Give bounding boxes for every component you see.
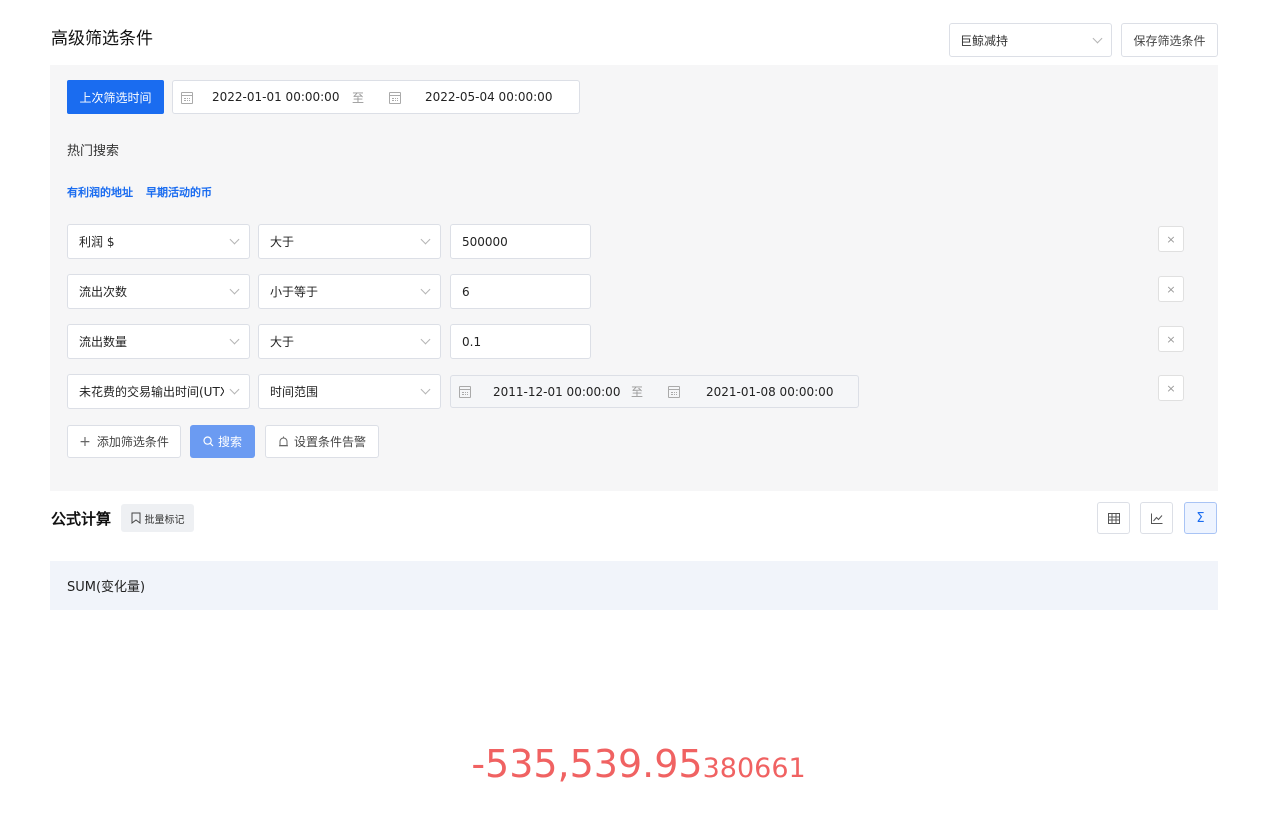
formula-view-button[interactable]: Σ bbox=[1184, 502, 1217, 534]
range-separator: 至 bbox=[352, 90, 365, 105]
condition-field-value: 未花费的交易输出时间(UTXO) bbox=[79, 385, 224, 399]
formula-expression: SUM(变化量) bbox=[67, 580, 146, 595]
condition-operator-value: 大于 bbox=[270, 235, 295, 249]
preset-select-value: 巨鲸减持 bbox=[960, 33, 1009, 48]
search-label: 搜索 bbox=[217, 435, 242, 449]
remove-condition-button[interactable]: × bbox=[1158, 375, 1184, 401]
formula-expression-bar: SUM(变化量) bbox=[50, 561, 1218, 610]
batch-mark-button[interactable]: 批量标记 bbox=[121, 504, 194, 532]
chevron-down-icon bbox=[1092, 33, 1103, 43]
condition-operator-select[interactable]: 大于 bbox=[258, 224, 441, 259]
condition-time-range-picker[interactable]: 2011-12-01 00:00:00 至 2021-01-08 00:00:0… bbox=[450, 375, 859, 408]
condition-field-value: 利润 $ bbox=[79, 235, 115, 249]
chevron-down-icon bbox=[420, 284, 431, 295]
range-separator: 至 bbox=[631, 385, 644, 399]
condition-value-input[interactable]: 500000 bbox=[450, 224, 591, 259]
range-end-text: 2022-05-04 00:00:00 bbox=[425, 90, 553, 104]
range-start-text: 2022-01-01 00:00:00 bbox=[212, 90, 340, 104]
condition-operator-value: 大于 bbox=[270, 335, 295, 349]
last-time-range-picker[interactable]: 2022-01-01 00:00:00 至 2022-05-04 00:00:0… bbox=[172, 80, 580, 114]
chevron-down-icon bbox=[229, 234, 240, 245]
condition-field-value: 流出次数 bbox=[79, 285, 128, 299]
batch-mark-label: 批量标记 bbox=[144, 514, 185, 526]
calendar-icon bbox=[389, 92, 401, 104]
condition-field-select[interactable]: 流出次数 bbox=[67, 274, 250, 309]
formula-section-title: 公式计算 bbox=[51, 510, 112, 528]
add-condition-button[interactable]: + 添加筛选条件 bbox=[67, 425, 181, 458]
search-icon bbox=[203, 436, 214, 447]
sigma-icon: Σ bbox=[1196, 510, 1205, 526]
condition-operator-select[interactable]: 时间范围 bbox=[258, 374, 441, 409]
hot-search-link-profit[interactable]: 有利润的地址 bbox=[67, 184, 133, 200]
line-chart-icon bbox=[1150, 513, 1162, 524]
bookmark-icon bbox=[131, 512, 140, 524]
hot-search-label: 热门搜索 bbox=[67, 144, 120, 159]
remove-condition-button[interactable]: × bbox=[1158, 226, 1184, 252]
result-tail-digits: 380661 bbox=[702, 753, 806, 784]
add-condition-label: 添加筛选条件 bbox=[96, 435, 169, 449]
condition-field-select[interactable]: 未花费的交易输出时间(UTXO) bbox=[67, 374, 250, 409]
table-icon bbox=[1107, 512, 1120, 524]
chevron-down-icon bbox=[420, 334, 431, 345]
chevron-down-icon bbox=[420, 234, 431, 245]
alarm-icon bbox=[278, 436, 288, 447]
range-end-text: 2021-01-08 00:00:00 bbox=[706, 384, 834, 399]
chevron-down-icon bbox=[229, 334, 240, 345]
formula-result: -535,539.95380661 bbox=[0, 742, 1277, 786]
plus-icon: + bbox=[79, 433, 91, 450]
condition-field-select[interactable]: 流出数量 bbox=[67, 324, 250, 359]
condition-value-input[interactable]: 6 bbox=[450, 274, 591, 309]
chart-view-button[interactable] bbox=[1140, 502, 1173, 534]
remove-condition-button[interactable]: × bbox=[1158, 276, 1184, 302]
chevron-down-icon bbox=[420, 384, 431, 395]
remove-condition-button[interactable]: × bbox=[1158, 326, 1184, 352]
preset-select[interactable]: 巨鲸减持 bbox=[949, 23, 1112, 57]
condition-operator-value: 小于等于 bbox=[270, 285, 319, 299]
range-start-text: 2011-12-01 00:00:00 bbox=[493, 384, 621, 399]
condition-operator-value: 时间范围 bbox=[270, 385, 319, 399]
condition-operator-select[interactable]: 小于等于 bbox=[258, 274, 441, 309]
set-alert-label: 设置条件告警 bbox=[293, 435, 366, 449]
set-alert-button[interactable]: 设置条件告警 bbox=[265, 425, 379, 458]
table-view-button[interactable] bbox=[1097, 502, 1130, 534]
page-title: 高级筛选条件 bbox=[51, 29, 153, 49]
condition-value-input[interactable]: 0.1 bbox=[450, 324, 591, 359]
search-button[interactable]: 搜索 bbox=[190, 425, 255, 458]
save-filter-button[interactable]: 保存筛选条件 bbox=[1121, 23, 1218, 57]
chevron-down-icon bbox=[229, 284, 240, 295]
last-filter-time-button[interactable]: 上次筛选时间 bbox=[67, 80, 164, 114]
condition-field-select[interactable]: 利润 $ bbox=[67, 224, 250, 259]
hot-search-link-early-coins[interactable]: 早期活动的币 bbox=[146, 184, 212, 200]
calendar-icon bbox=[668, 386, 680, 398]
condition-field-value: 流出数量 bbox=[79, 335, 128, 349]
result-main-value: -535,539.95 bbox=[471, 742, 703, 786]
calendar-icon bbox=[181, 92, 193, 104]
calendar-icon bbox=[459, 386, 471, 398]
condition-operator-select[interactable]: 大于 bbox=[258, 324, 441, 359]
chevron-down-icon bbox=[229, 384, 240, 395]
